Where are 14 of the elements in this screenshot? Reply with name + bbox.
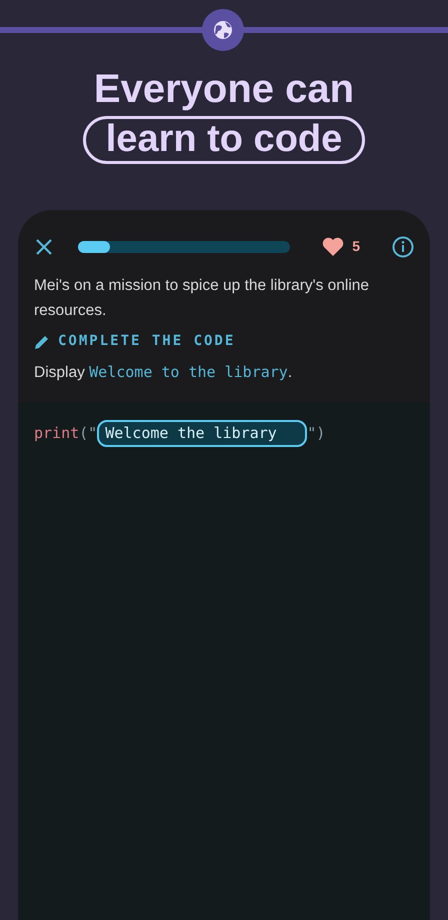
hearts-count: 5 [352,237,360,256]
globe-icon [202,9,244,51]
instruction-label: COMPLETE THE CODE [58,332,236,352]
task-text: Display Welcome to the library. [34,362,294,384]
code-text: ") [307,423,326,444]
heart-icon [322,236,344,257]
pencil-icon [34,334,50,350]
answer-field[interactable]: Welcome the library [97,420,308,447]
headline-pill: learn to code [82,116,366,164]
close-icon[interactable] [34,236,54,257]
code-text: print(" [34,423,98,444]
story-text: Mei's on a mission to spice up the library's online resources. [34,276,370,321]
info-icon[interactable] [392,236,414,258]
headline: Everyone can [92,66,356,112]
